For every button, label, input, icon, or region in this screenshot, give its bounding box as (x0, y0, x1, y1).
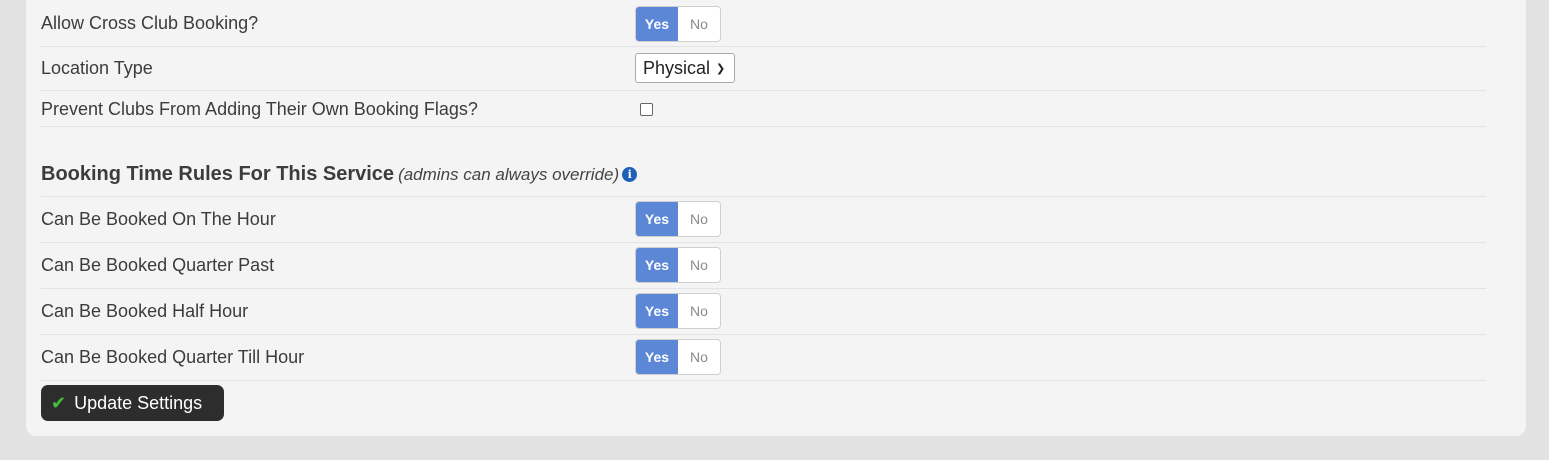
info-icon[interactable]: i (622, 167, 638, 182)
setting-label: Can Be Booked Half Hour (41, 301, 249, 321)
toggle-no[interactable]: No (678, 294, 720, 328)
toggle-yes[interactable]: Yes (636, 248, 678, 282)
setting-row-prevent-flags: Prevent Clubs From Adding Their Own Book… (41, 91, 1486, 127)
on-hour-toggle[interactable]: Yes No (635, 201, 721, 237)
section-note: (admins can always override) (398, 165, 620, 184)
setting-row-on-hour: Can Be Booked On The Hour Yes No (41, 197, 1486, 243)
location-type-select[interactable]: Physical ❯ (635, 53, 735, 83)
setting-label: Can Be Booked On The Hour (41, 209, 276, 229)
setting-label: Prevent Clubs From Adding Their Own Book… (41, 99, 478, 119)
setting-row-location-type: Location Type Physical ❯ (41, 46, 1486, 91)
check-icon: ✔ (51, 392, 67, 413)
update-settings-button[interactable]: ✔ Update Settings (41, 385, 224, 421)
update-settings-label: Update Settings (74, 392, 203, 413)
section-heading: Booking Time Rules For This Service (admi… (41, 163, 638, 186)
quarter-till-toggle[interactable]: Yes No (635, 339, 721, 375)
toggle-yes[interactable]: Yes (636, 202, 678, 236)
toggle-no[interactable]: No (678, 7, 720, 41)
section-title: Booking Time Rules For This Service (41, 163, 395, 185)
setting-label: Location Type (41, 58, 153, 78)
toggle-yes[interactable]: Yes (636, 294, 678, 328)
setting-label: Allow Cross Club Booking? (41, 13, 259, 33)
prevent-flags-checkbox[interactable] (640, 103, 653, 116)
toggle-yes[interactable]: Yes (636, 7, 678, 41)
chevron-down-icon: ❯ (716, 62, 726, 75)
half-hour-toggle[interactable]: Yes No (635, 293, 721, 329)
setting-label: Can Be Booked Quarter Past (41, 255, 275, 275)
quarter-past-toggle[interactable]: Yes No (635, 247, 721, 283)
toggle-no[interactable]: No (678, 248, 720, 282)
select-value: Physical (643, 57, 711, 78)
toggle-no[interactable]: No (678, 202, 720, 236)
setting-row-quarter-till: Can Be Booked Quarter Till Hour Yes No (41, 335, 1486, 381)
setting-row-cross-club: Allow Cross Club Booking? Yes No (41, 0, 1486, 47)
page-background: Allow Cross Club Booking? Yes No Locatio… (6, 0, 1549, 460)
setting-row-quarter-past: Can Be Booked Quarter Past Yes No (41, 243, 1486, 289)
toggle-yes[interactable]: Yes (636, 340, 678, 374)
toggle-no[interactable]: No (678, 340, 720, 374)
setting-label: Can Be Booked Quarter Till Hour (41, 347, 305, 367)
settings-panel: Allow Cross Club Booking? Yes No Locatio… (26, 0, 1526, 436)
setting-row-half-hour: Can Be Booked Half Hour Yes No (41, 289, 1486, 335)
cross-club-toggle[interactable]: Yes No (635, 6, 721, 42)
